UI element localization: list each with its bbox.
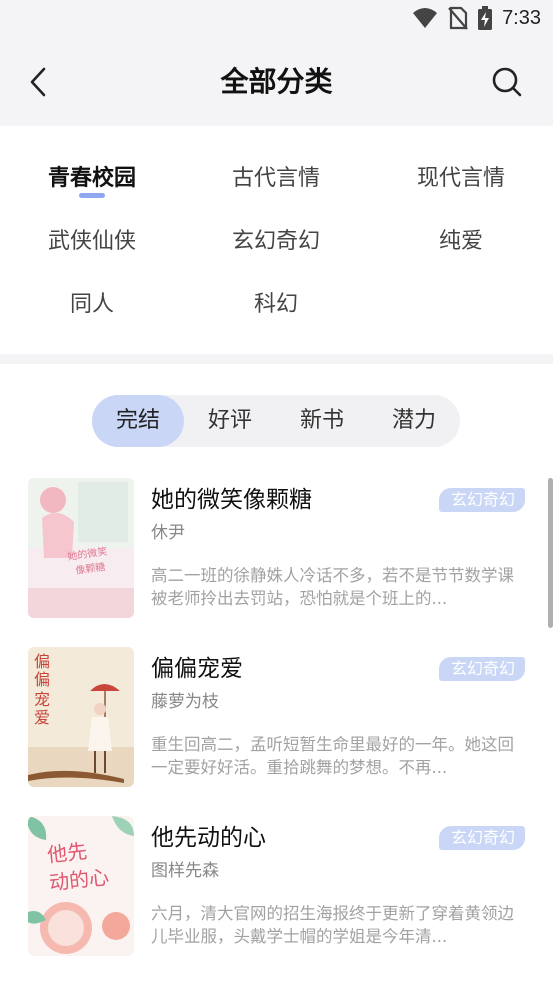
category-xuanhuan-qihuan[interactable]: 玄幻奇幻 [184,223,368,255]
scrollbar[interactable] [548,478,553,628]
category-panel: 青春校园 古代言情 现代言情 武侠仙侠 玄幻奇幻 纯爱 同人 科幻 [0,126,553,354]
genre-badge: 玄幻奇幻 [438,826,525,850]
svg-text:偏: 偏 [34,670,50,689]
category-xiandai-yanqing[interactable]: 现代言情 [369,160,553,192]
battery-charging-icon [478,6,493,30]
tab-haoping[interactable]: 好评 [184,395,276,447]
book-description: 高二一班的徐静姝人冷话不多，若不是节节数学课被老师拎出去罚站，恐怕就是个班上的.… [151,566,514,608]
status-time: 7:33 [502,6,541,29]
svg-text:他先: 他先 [46,839,88,867]
tab-xinshu[interactable]: 新书 [276,395,368,447]
status-bar: 7:33 [0,0,553,38]
page-title: 全部分类 [220,65,333,98]
book-item[interactable]: 偏 偏 宠 爱 偏偏宠爱 玄幻奇幻 藤萝为枝 重生回高二，孟听短暂生命里最好的一… [0,647,553,797]
category-chunai[interactable]: 纯爱 [369,223,553,255]
book-description: 六月，清大官网的招生海报终于更新了穿着黄领边儿毕业服，头戴学士帽的学姐是今年清.… [151,904,514,946]
svg-text:爱: 爱 [34,708,50,727]
category-tongren[interactable]: 同人 [0,286,184,318]
book-description: 重生回高二，孟听短暂生命里最好的一年。她这回一定要好好活。重拾跳舞的梦想。不再.… [151,735,514,777]
search-icon [492,67,522,97]
category-gudai-yanqing[interactable]: 古代言情 [184,160,368,192]
wifi-icon [413,8,438,28]
book-cover: 偏 偏 宠 爱 [28,647,134,787]
book-item[interactable]: 她的微笑 像颗糖 她的微笑像颗糖 玄幻奇幻 休尹 高二一班的徐静姝人冷话不多，若… [0,478,553,628]
search-button[interactable] [487,62,527,102]
top-bar: 全部分类 [0,38,553,126]
svg-text:宠: 宠 [34,690,50,709]
status-icons: 7:33 [412,6,541,30]
category-active-indicator [79,193,105,198]
genre-badge: 玄幻奇幻 [438,488,525,512]
no-sim-icon [448,6,468,30]
book-author: 图样先森 [151,861,219,881]
book-title: 她的微笑像颗糖 [151,487,312,513]
book-list-panel: 完结 好评 新书 潜力 她的微笑 像颗糖 她的微笑像颗糖 玄幻奇幻 休尹 高二一… [0,364,553,983]
book-author: 休尹 [151,523,185,543]
category-kehuan[interactable]: 科幻 [184,286,368,318]
tab-wanjie[interactable]: 完结 [92,395,184,447]
tab-qianli[interactable]: 潜力 [368,395,460,447]
svg-text:偏: 偏 [34,652,50,671]
category-wuxia-xianxia[interactable]: 武侠仙侠 [0,223,184,255]
book-cover: 她的微笑 像颗糖 [28,478,134,618]
book-author: 藤萝为枝 [151,692,219,712]
book-item[interactable]: 他先 动的心 他先动的心 玄幻奇幻 图样先森 六月，清大官网的招生海报终于更新了… [0,816,553,966]
book-title: 偏偏宠爱 [151,656,243,682]
book-title: 他先动的心 [151,825,266,851]
book-cover: 他先 动的心 [28,816,134,956]
genre-badge: 玄幻奇幻 [438,657,525,681]
category-qingchun-xiaoyuan[interactable]: 青春校园 [0,160,184,192]
